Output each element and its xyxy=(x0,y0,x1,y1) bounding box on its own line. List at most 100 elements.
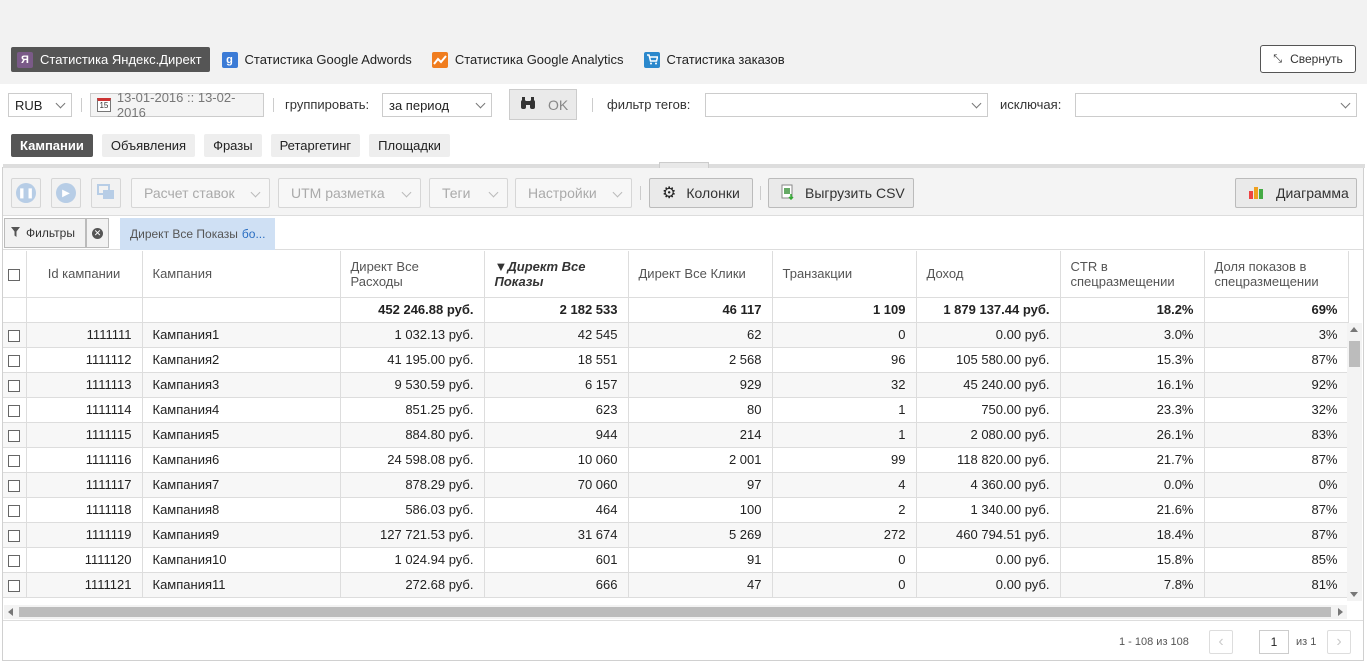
column-header[interactable]: Id кампании xyxy=(26,251,143,298)
column-header[interactable]: Директ Все Клики xyxy=(628,251,773,298)
table-row[interactable]: 1111112 Кампания2 41 195.00 руб. 18 551 2 56… xyxy=(3,347,1349,373)
column-header[interactable]: Кампания xyxy=(142,251,341,298)
tab-campaigns[interactable]: Кампании xyxy=(11,134,93,157)
chart-button[interactable]: Диаграмма xyxy=(1235,178,1357,208)
campaign-name-cell[interactable]: Кампания3 xyxy=(142,372,341,398)
table-row[interactable]: 1111118 Кампания8 586.03 руб. 464 100 2 1 340.… xyxy=(3,497,1349,523)
source-tab-yandex-direct[interactable]: Я Статистика Яндекс.Директ xyxy=(11,47,210,72)
vertical-scroll-thumb[interactable] xyxy=(1349,341,1360,367)
scroll-left-icon[interactable] xyxy=(8,608,13,616)
totals-cell: 1 109 xyxy=(772,297,917,323)
table-cell: 6 157 xyxy=(484,372,629,398)
clear-filters-button[interactable]: ✕ xyxy=(86,218,109,248)
table-row[interactable]: 1111119 Кампания9 127 721.53 руб. 31 674 5 2… xyxy=(3,522,1349,548)
pagination-info: 1 - 108 из 108 xyxy=(1119,636,1189,648)
row-checkbox[interactable] xyxy=(8,354,21,367)
row-checkbox[interactable] xyxy=(8,504,21,517)
campaign-name-cell[interactable]: Кампания4 xyxy=(142,397,341,423)
table-row[interactable]: 1111111 Кампания1 1 032.13 руб. 42 545 62 0 0.… xyxy=(3,322,1349,348)
filters-button[interactable]: Фильтры xyxy=(4,218,86,248)
scroll-down-icon[interactable] xyxy=(1350,592,1358,597)
utm-dropdown[interactable]: UTM разметка xyxy=(278,178,421,208)
column-header[interactable]: Транзакции xyxy=(772,251,917,298)
scroll-right-icon[interactable] xyxy=(1338,608,1343,616)
table-row[interactable]: 1111120 Кампания10 1 024.94 руб. 601 91 0 0.00… xyxy=(3,547,1349,573)
column-header-sorted[interactable]: ▼Директ Все Показы xyxy=(484,251,629,298)
table-cell: 0 xyxy=(772,572,917,598)
group-select[interactable]: за период xyxy=(382,93,492,117)
campaign-name-cell[interactable]: Кампания10 xyxy=(142,547,341,573)
campaign-name-cell[interactable]: Кампания9 xyxy=(142,522,341,548)
collapse-label: Свернуть xyxy=(1290,52,1343,66)
row-checkbox[interactable] xyxy=(8,379,21,392)
table-cell: 0.00 руб. xyxy=(916,547,1061,573)
table-cell: 4 360.00 руб. xyxy=(916,472,1061,498)
campaign-name-cell[interactable]: Кампания6 xyxy=(142,447,341,473)
columns-button[interactable]: ⚙ Колонки xyxy=(649,178,753,208)
campaign-name-cell[interactable]: Кампания8 xyxy=(142,497,341,523)
page-number-input[interactable]: 1 xyxy=(1259,630,1289,654)
calendar-icon: 15 xyxy=(97,98,111,112)
table-cell: 32 xyxy=(772,372,917,398)
table-cell: 1111113 xyxy=(26,372,143,398)
row-checkbox[interactable] xyxy=(8,554,21,567)
filter-chip-more[interactable]: бо... xyxy=(242,227,266,241)
table-cell: 272 xyxy=(772,522,917,548)
column-header[interactable]: Доля показов в спецразмещении xyxy=(1204,251,1349,298)
row-checkbox[interactable] xyxy=(8,529,21,542)
tab-placements[interactable]: Площадки xyxy=(369,134,450,157)
source-tab-orders[interactable]: Статистика заказов xyxy=(638,47,793,72)
column-header[interactable]: Директ Все Расходы xyxy=(340,251,485,298)
row-checkbox[interactable] xyxy=(8,454,21,467)
source-tab-google-adwords[interactable]: g Статистика Google Adwords xyxy=(216,47,420,72)
row-checkbox[interactable] xyxy=(8,479,21,492)
scroll-up-icon[interactable] xyxy=(1350,327,1358,332)
tab-retargeting[interactable]: Ретаргетинг xyxy=(270,134,361,157)
bid-calc-dropdown[interactable]: Расчет ставок xyxy=(131,178,270,208)
close-icon: ✕ xyxy=(92,227,103,239)
export-csv-button[interactable]: Выгрузить CSV xyxy=(768,178,914,208)
table-row[interactable]: 1111117 Кампания7 878.29 руб. 70 060 97 4 4 36… xyxy=(3,472,1349,498)
table-row[interactable]: 1111113 Кампания3 9 530.59 руб. 6 157 929 32 4… xyxy=(3,372,1349,398)
tab-ads[interactable]: Объявления xyxy=(101,134,196,157)
tab-phrases[interactable]: Фразы xyxy=(204,134,262,157)
row-checkbox[interactable] xyxy=(8,579,21,592)
tag-filter-select[interactable] xyxy=(705,93,988,117)
row-checkbox[interactable] xyxy=(8,329,21,342)
table-cell: 99 xyxy=(772,447,917,473)
table-row[interactable]: 1111115 Кампания5 884.80 руб. 944 214 1 2 080.… xyxy=(3,422,1349,448)
collapse-button[interactable]: ⤡ Свернуть xyxy=(1260,45,1356,73)
vertical-scrollbar[interactable] xyxy=(1347,323,1362,601)
campaign-name-cell[interactable]: Кампания1 xyxy=(142,322,341,348)
tags-dropdown[interactable]: Теги xyxy=(429,178,508,208)
pause-button[interactable]: ❚❚ xyxy=(11,178,41,208)
ok-button[interactable]: OK xyxy=(509,89,577,120)
table-row[interactable]: 1111121 Кампания11 272.68 руб. 666 47 0 0.00 р… xyxy=(3,572,1349,598)
date-range-picker[interactable]: 15 13-01-2016 :: 13-02-2016 xyxy=(90,90,264,120)
settings-dropdown[interactable]: Настройки xyxy=(515,178,632,208)
next-page-button[interactable]: › xyxy=(1327,630,1351,654)
prev-page-button[interactable]: ‹ xyxy=(1209,630,1233,654)
table-cell: 83% xyxy=(1204,422,1349,448)
filter-chip[interactable]: Директ Все Показы бо... xyxy=(120,218,276,250)
horizontal-scroll-thumb[interactable] xyxy=(19,607,1331,617)
select-all-checkbox[interactable] xyxy=(8,268,21,281)
exclude-tags-select[interactable] xyxy=(1075,93,1357,117)
copy-button[interactable] xyxy=(91,178,121,208)
horizontal-scrollbar[interactable] xyxy=(4,605,1347,619)
table-row[interactable]: 1111114 Кампания4 851.25 руб. 623 80 1 750.00 … xyxy=(3,397,1349,423)
row-checkbox[interactable] xyxy=(8,404,21,417)
column-header[interactable]: CTR в спецразмещении xyxy=(1060,251,1205,298)
campaign-name-cell[interactable]: Кампания2 xyxy=(142,347,341,373)
campaign-name-cell[interactable]: Кампания11 xyxy=(142,572,341,598)
table-row[interactable]: 1111116 Кампания6 24 598.08 руб. 10 060 2 00… xyxy=(3,447,1349,473)
campaign-name-cell[interactable]: Кампания5 xyxy=(142,422,341,448)
row-checkbox[interactable] xyxy=(8,429,21,442)
column-header[interactable]: Доход xyxy=(916,251,1061,298)
source-tab-google-analytics[interactable]: Статистика Google Analytics xyxy=(426,47,632,72)
table-cell: 3.0% xyxy=(1060,322,1205,348)
play-button[interactable]: ▶ xyxy=(51,178,81,208)
currency-select[interactable]: RUB xyxy=(8,93,72,117)
campaign-name-cell[interactable]: Кампания7 xyxy=(142,472,341,498)
table-cell: 2 080.00 руб. xyxy=(916,422,1061,448)
